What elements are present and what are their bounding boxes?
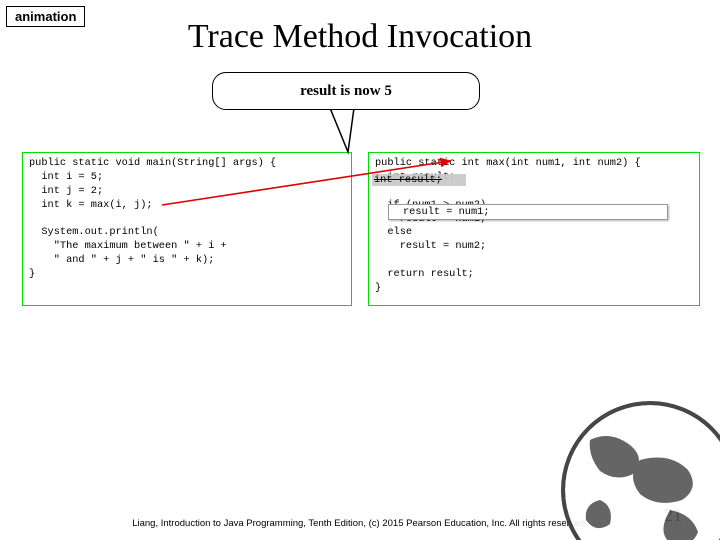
globe-graphic-icon: [530, 380, 720, 540]
struck-line: int result;: [372, 174, 466, 186]
highlighted-statement: result = num1;: [388, 204, 668, 220]
callout-tail-icon: [322, 108, 372, 158]
callout-text: result is now 5: [300, 83, 392, 100]
slide-title: Trace Method Invocation: [0, 18, 720, 56]
code-block-main: public static void main(String[] args) {…: [22, 152, 352, 306]
callout-bubble: result is now 5: [212, 72, 480, 110]
